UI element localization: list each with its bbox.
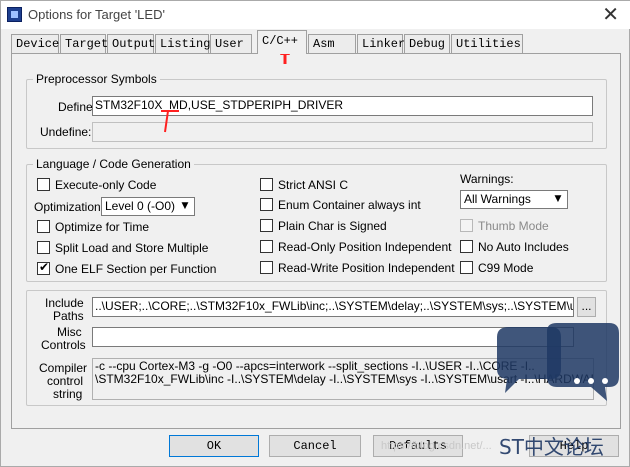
misc-label-1: Misc — [57, 325, 82, 339]
c99-mode-checkbox[interactable] — [460, 261, 473, 274]
keil-app-icon — [7, 7, 22, 22]
title-bar: Options for Target 'LED' ✕ — [1, 1, 630, 29]
ok-button[interactable]: OK — [169, 435, 259, 457]
include-browse-button[interactable]: ... — [577, 297, 596, 317]
include-paths-input[interactable]: ..\USER;..\CORE;..\STM32F10x_FWLib\inc;.… — [92, 297, 574, 317]
ro-position-label: Read-Only Position Independent — [278, 240, 452, 254]
execute-only-label: Execute-only Code — [55, 178, 157, 192]
optimize-time-label: Optimize for Time — [55, 220, 150, 234]
optimization-select[interactable]: Level 0 (-O0) ▼ — [101, 197, 195, 216]
options-dialog: Options for Target 'LED' ✕ Device Target… — [0, 0, 630, 467]
st-watermark-text: ST中文论坛 — [499, 435, 604, 459]
plain-char-label: Plain Char is Signed — [278, 219, 387, 233]
tab-output[interactable]: Output — [107, 34, 155, 53]
csdn-faint-watermark: https://blog.csdn.net/... — [381, 440, 492, 452]
ro-position-checkbox[interactable] — [260, 240, 273, 253]
one-elf-label: One ELF Section per Function — [55, 262, 217, 276]
enum-container-checkbox[interactable] — [260, 198, 273, 211]
tab-utilities[interactable]: Utilities — [451, 34, 523, 53]
rw-position-checkbox[interactable] — [260, 261, 273, 274]
st-watermark-logo — [497, 323, 619, 401]
close-icon[interactable]: ✕ — [602, 3, 619, 25]
preprocessor-group-label: Preprocessor Symbols — [33, 72, 160, 86]
include-label-2: Paths — [53, 309, 84, 323]
compiler-label-1: Compiler — [39, 361, 88, 375]
strict-ansi-label: Strict ANSI C — [278, 178, 349, 192]
no-auto-includes-checkbox[interactable] — [460, 240, 473, 253]
tab-user[interactable]: User — [210, 34, 252, 53]
one-elf-checkbox[interactable] — [37, 260, 50, 275]
rw-position-label: Read-Write Position Independent — [278, 261, 455, 275]
cancel-button[interactable]: Cancel — [269, 435, 361, 457]
tab-listing[interactable]: Listing — [155, 34, 210, 53]
optimize-time-checkbox[interactable] — [37, 220, 50, 233]
define-label: Define: — [58, 100, 97, 114]
thumb-mode-checkbox[interactable] — [460, 219, 473, 232]
dropdown-arrow-icon: ▼ — [181, 201, 189, 211]
plain-char-checkbox[interactable] — [260, 219, 273, 232]
undefine-label: Undefine: — [40, 125, 92, 139]
tab-asm[interactable]: Asm — [308, 34, 356, 53]
tab-debug[interactable]: Debug — [404, 34, 450, 53]
compiler-label-2: control — [47, 374, 84, 388]
split-load-checkbox[interactable] — [37, 241, 50, 254]
c99-mode-label: C99 Mode — [478, 261, 534, 275]
tab-linker[interactable]: Linker — [357, 34, 405, 53]
split-load-label: Split Load and Store Multiple — [55, 241, 209, 255]
include-label-1: Include — [45, 296, 84, 310]
warnings-value: All Warnings — [464, 192, 531, 206]
thumb-mode-label: Thumb Mode — [478, 219, 549, 233]
compiler-label-3: string — [53, 387, 83, 401]
strict-ansi-checkbox[interactable] — [260, 178, 273, 191]
annotation-arrow-define — [161, 110, 179, 133]
window-title: Options for Target 'LED' — [28, 7, 165, 22]
no-auto-includes-label: No Auto Includes — [478, 240, 569, 254]
warnings-label: Warnings: — [460, 172, 514, 186]
enum-container-label: Enum Container always int — [278, 198, 421, 212]
tab-target[interactable]: Target — [60, 34, 108, 53]
warnings-select[interactable]: All Warnings ▼ — [460, 190, 568, 209]
dropdown-arrow-icon: ▼ — [554, 194, 562, 204]
execute-only-checkbox[interactable] — [37, 178, 50, 191]
misc-label-2: Controls — [41, 338, 86, 352]
optimization-value: Level 0 (-O0) — [105, 199, 176, 213]
optimization-label: Optimization: — [34, 200, 105, 214]
tab-device[interactable]: Device — [11, 34, 59, 53]
language-group-label: Language / Code Generation — [33, 157, 194, 171]
tab-c-cpp[interactable]: C/C++ — [257, 30, 307, 54]
